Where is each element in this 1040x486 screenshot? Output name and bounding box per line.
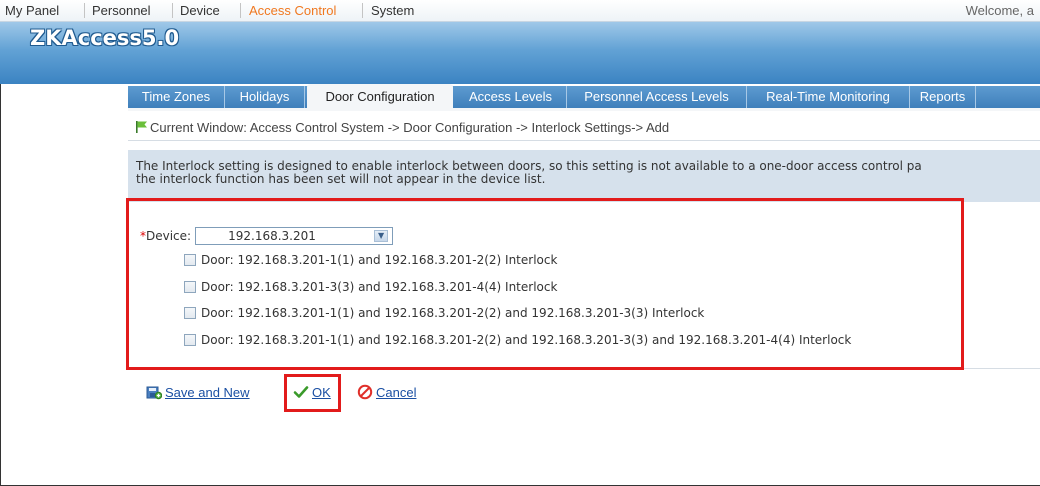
menu-my-panel[interactable]: My Panel [5, 3, 59, 18]
tab-underline [128, 108, 1040, 111]
divider [964, 368, 1040, 369]
tab-bar: Time Zones Holidays Door Configuration A… [128, 84, 1040, 108]
menu-divider [240, 3, 241, 18]
menu-access-control[interactable]: Access Control [249, 3, 336, 18]
header-banner: ZKAccess5.0 [0, 22, 1040, 84]
checkbox[interactable] [184, 254, 196, 266]
top-menu: My Panel Personnel Device Access Control… [0, 0, 1040, 22]
interlock-option-label: Door: 192.168.3.201-1(1) and 192.168.3.2… [201, 333, 852, 347]
checkbox[interactable] [184, 334, 196, 346]
ok-highlight-box [284, 374, 341, 412]
tab-access-levels[interactable]: Access Levels [455, 86, 567, 108]
checkbox[interactable] [184, 307, 196, 319]
tab-holidays[interactable]: Holidays [225, 86, 305, 108]
device-label: Device: [146, 229, 192, 243]
menu-system[interactable]: System [371, 3, 414, 18]
interlock-option[interactable]: Door: 192.168.3.201-1(1) and 192.168.3.2… [184, 333, 851, 347]
device-row: * Device: 192.168.3.201 ▼ [140, 227, 394, 245]
breadcrumb-text: Current Window: Access Control System ->… [150, 119, 670, 135]
info-line-2: the interlock function has been set will… [136, 172, 546, 186]
menu-divider [84, 3, 85, 18]
checkbox[interactable] [184, 281, 196, 293]
interlock-option-label: Door: 192.168.3.201-1(1) and 192.168.3.2… [201, 253, 558, 267]
chevron-down-icon[interactable]: ▼ [374, 230, 389, 242]
divider [128, 140, 1040, 141]
tab-time-zones[interactable]: Time Zones [128, 86, 225, 108]
app-logo: ZKAccess5.0 [30, 26, 180, 50]
interlock-option[interactable]: Door: 192.168.3.201-3(3) and 192.168.3.2… [184, 280, 557, 294]
interlock-option-label: Door: 192.168.3.201-1(1) and 192.168.3.2… [201, 306, 705, 320]
menu-personnel[interactable]: Personnel [92, 3, 151, 18]
cancel-label: Cancel [376, 384, 417, 400]
menu-device[interactable]: Device [180, 3, 220, 18]
tab-personnel-access-levels[interactable]: Personnel Access Levels [567, 86, 747, 108]
interlock-option-label: Door: 192.168.3.201-3(3) and 192.168.3.2… [201, 280, 558, 294]
save-and-new-button[interactable]: Save and New [146, 384, 250, 400]
breadcrumb: Current Window: Access Control System ->… [135, 117, 669, 137]
interlock-option[interactable]: Door: 192.168.3.201-1(1) and 192.168.3.2… [184, 253, 557, 267]
info-notice: The Interlock setting is designed to ena… [128, 150, 1040, 202]
save-and-new-label: Save and New [165, 384, 250, 400]
tab-real-time-monitoring[interactable]: Real-Time Monitoring [747, 86, 910, 108]
cancel-icon [357, 384, 373, 400]
cancel-button[interactable]: Cancel [357, 384, 416, 400]
tab-reports[interactable]: Reports [910, 86, 976, 108]
flag-icon [135, 120, 149, 134]
welcome-text: Welcome, a [965, 3, 1034, 18]
device-select[interactable]: 192.168.3.201 ▼ [195, 227, 394, 245]
save-icon [146, 384, 162, 400]
tab-door-configuration[interactable]: Door Configuration [307, 84, 453, 108]
interlock-option[interactable]: Door: 192.168.3.201-1(1) and 192.168.3.2… [184, 306, 704, 320]
device-select-value: 192.168.3.201 [228, 229, 316, 243]
menu-divider [172, 3, 173, 18]
menu-divider [362, 3, 363, 18]
